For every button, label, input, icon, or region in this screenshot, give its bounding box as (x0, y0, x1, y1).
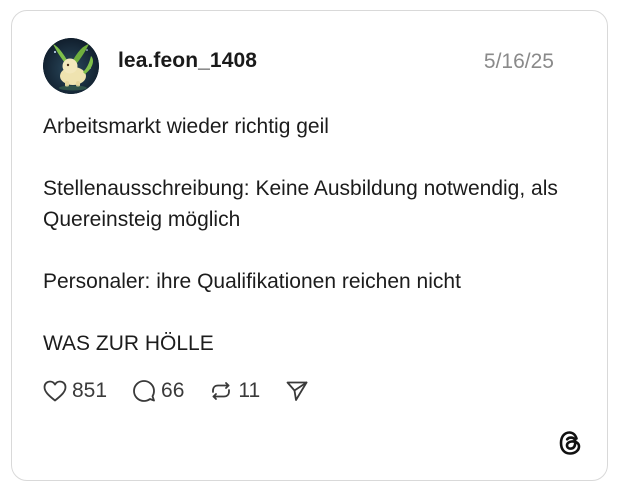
post-paragraph: WAS ZUR HÖLLE (43, 332, 214, 355)
threads-logo-icon[interactable] (557, 429, 583, 457)
post-paragraph: Stellenausschreibung: Keine Ausbildung n… (43, 177, 558, 231)
username[interactable]: lea.feon_1408 (118, 49, 257, 73)
post-date: 5/16/25 (483, 50, 554, 73)
comment-button[interactable]: 66 (131, 378, 184, 404)
post-paragraph: Personaler: ihre Qualifikationen reichen… (43, 270, 461, 293)
heart-icon (42, 378, 68, 404)
share-button[interactable] (284, 378, 310, 404)
comment-count: 66 (161, 379, 185, 402)
comment-bubble-icon (131, 378, 157, 404)
repost-button[interactable]: 11 (208, 378, 260, 404)
avatar[interactable] (43, 38, 99, 94)
send-icon (284, 378, 310, 404)
post-body: Arbeitsmarkt wieder richtig geil Stellen… (43, 111, 583, 359)
repost-icon (208, 378, 234, 404)
avatar-image (43, 38, 99, 94)
post-paragraph: Arbeitsmarkt wieder richtig geil (43, 115, 329, 138)
like-count: 851 (72, 379, 108, 402)
post-card: lea.feon_1408 5/16/25 Arbeitsmarkt wiede… (11, 10, 608, 481)
action-bar: 851 66 11 (42, 375, 334, 407)
repost-count: 11 (238, 379, 261, 402)
like-button[interactable]: 851 (42, 378, 107, 404)
